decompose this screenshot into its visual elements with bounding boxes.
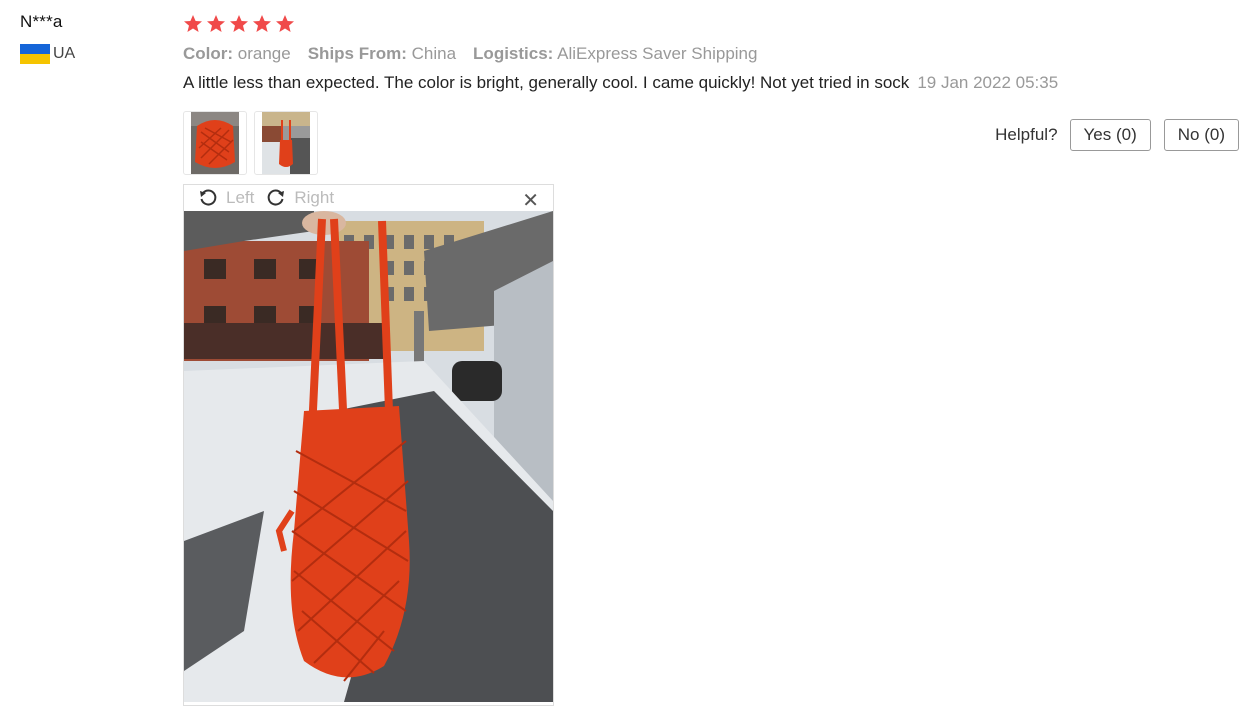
star-icon (183, 14, 203, 34)
rotate-right-icon (268, 189, 285, 206)
ukraine-flag-icon (20, 44, 50, 64)
rotate-right-label: Right (294, 188, 335, 207)
review-date: 19 Jan 2022 05:35 (917, 73, 1059, 92)
review-thumbnails (183, 111, 318, 175)
bag-outdoor-image (262, 112, 310, 174)
star-rating (183, 12, 1239, 36)
product-attributes: Color: orange Ships From: China Logistic… (183, 44, 1239, 64)
star-icon (206, 14, 226, 34)
close-icon[interactable]: ✕ (522, 188, 539, 213)
review-body: A little less than expected. The color i… (183, 73, 910, 92)
star-icon (252, 14, 272, 34)
review-thumbnail-2[interactable] (254, 111, 318, 175)
rotate-left-icon (200, 189, 217, 206)
country-code: UA (53, 45, 76, 62)
bag-closeup-image (191, 112, 239, 174)
attr-ships-from: Ships From: China (307, 44, 457, 63)
reviewer-info: N***a UA (20, 12, 75, 64)
rotate-right-button[interactable]: Right (266, 188, 334, 208)
review-thumbnail-1[interactable] (183, 111, 247, 175)
helpful-label: Helpful? (995, 125, 1058, 144)
star-icon (275, 14, 295, 34)
review-photo-large (184, 211, 553, 702)
attr-logistics: Logistics: AliExpress Saver Shipping (473, 44, 758, 63)
helpful-no-button[interactable]: No (0) (1163, 119, 1239, 151)
review-block: Color: orange Ships From: China Logistic… (183, 12, 1239, 706)
viewer-toolbar: Left Right ✕ (184, 185, 553, 213)
reviewer-country: UA (20, 44, 75, 64)
star-icon (229, 14, 249, 34)
attr-color: Color: orange (183, 44, 291, 63)
rotate-left-button[interactable]: Left (198, 188, 254, 208)
rotate-left-label: Left (226, 188, 255, 207)
reviewer-name: N***a (20, 12, 63, 31)
image-viewer: Left Right ✕ (183, 184, 554, 706)
helpful-votes: Helpful? Yes (0) No (0) (995, 119, 1239, 151)
helpful-yes-button[interactable]: Yes (0) (1069, 119, 1151, 151)
review-text: A little less than expected. The color i… (183, 73, 1239, 93)
